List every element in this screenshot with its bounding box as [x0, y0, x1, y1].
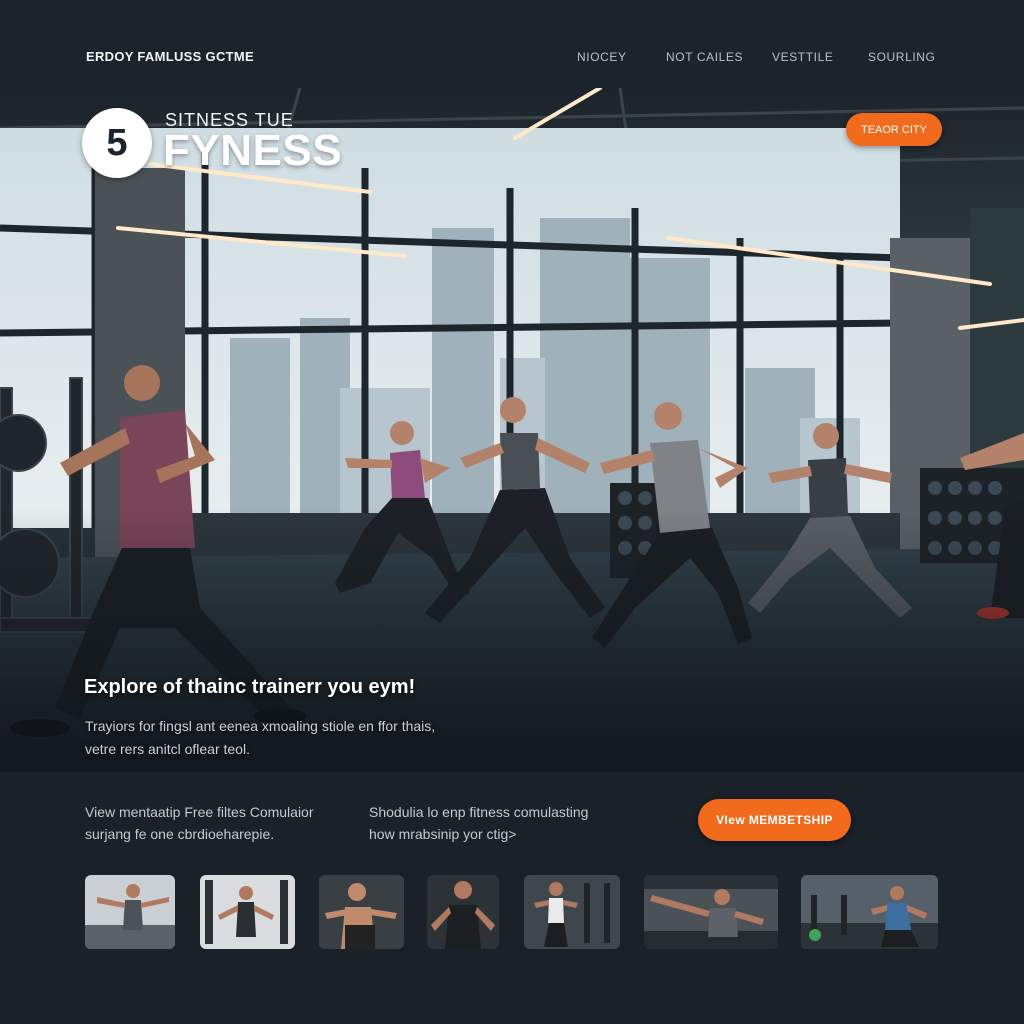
- view-membership-button[interactable]: VIew MEMBETSHIP: [698, 799, 851, 841]
- trainer-photo-1: [85, 875, 175, 949]
- hero-description-line-2: vetre rers anitcl oflear teol.: [85, 741, 250, 757]
- promo-column-membership: View mentaatip Free filtes Comulaior sur…: [85, 801, 355, 845]
- hero-description: Trayiors for fingsl ant eenea xmoaling s…: [85, 715, 505, 761]
- nav-link-1[interactable]: NIOCEY: [577, 50, 627, 64]
- trainer-thumbnail-7[interactable]: [801, 875, 938, 949]
- nav-link-4[interactable]: SOURLING: [868, 50, 935, 64]
- trainer-photo-3: [319, 875, 404, 949]
- trainer-photo-6: [644, 875, 778, 949]
- trainer-photo-4: [427, 875, 499, 949]
- gym-class-photo: [0, 88, 1024, 772]
- promo-column-2-line-1: Shodulia lo enp fitness comulasting: [369, 804, 589, 820]
- promo-column-2-line-2[interactable]: how mrabsinip yor ctig>: [369, 823, 629, 845]
- trainer-thumbnail-1[interactable]: [85, 875, 175, 949]
- site-name[interactable]: ERDOY FAMLUSS GCTME: [86, 49, 254, 64]
- trainer-photo-7: [801, 875, 938, 949]
- trainer-thumbnail-4[interactable]: [427, 875, 499, 949]
- promo-column-schedule: Shodulia lo enp fitness comulasting how …: [369, 801, 629, 845]
- promo-column-1-line-2: surjang fe one cbrdioeharepie.: [85, 826, 275, 842]
- trainer-photo-2: [200, 875, 295, 949]
- top-navigation-bar: ERDOY FAMLUSS GCTME NIOCEY NOT CAILES VE…: [0, 0, 1024, 88]
- hero-description-line-1: Trayiors for fingsl ant eenea xmoaling s…: [85, 718, 436, 734]
- hero-banner: 5 SITNESS TUE FYNESS TEAOR CITY Explore …: [0, 88, 1024, 772]
- nav-link-2[interactable]: NOT CAILES: [666, 50, 743, 64]
- find-city-button[interactable]: TEAOR CITY: [846, 113, 942, 146]
- hero-heading: Explore of thainc trainerr you eym!: [84, 676, 416, 698]
- trainer-thumbnail-3[interactable]: [319, 875, 404, 949]
- trainer-thumbnail-5[interactable]: [524, 875, 620, 949]
- nav-link-3[interactable]: VESTTILE: [772, 50, 833, 64]
- trainer-thumbnail-2[interactable]: [200, 875, 295, 949]
- trainer-photo-5: [524, 875, 620, 949]
- trainer-thumbnail-6[interactable]: [644, 875, 778, 949]
- logo-title: FYNESS: [163, 126, 343, 175]
- logo-badge: 5: [82, 108, 152, 178]
- promo-column-1-line-1: View mentaatip Free filtes Comulaior: [85, 804, 314, 820]
